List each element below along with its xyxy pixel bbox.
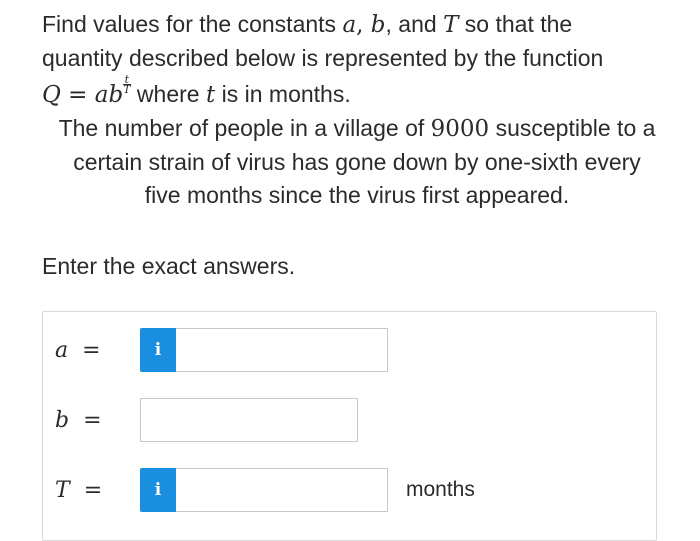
question-line-6: five months since the virus first appear…	[144, 182, 570, 208]
question-line-2: quantity described below is represented …	[42, 45, 604, 71]
var-b: b	[370, 12, 386, 38]
question-line-5: certain strain of virus has gone down by…	[73, 149, 641, 175]
answer-row-T: T = i months	[43, 468, 656, 512]
var-T: T	[443, 12, 459, 38]
equals-sign: =	[83, 408, 102, 433]
question-text-span: where	[130, 81, 206, 107]
label-a: a =	[55, 338, 101, 363]
instruction-text: Enter the exact answers.	[42, 253, 296, 279]
var-a: a	[342, 12, 357, 38]
func-ab: ab	[94, 82, 124, 108]
question-text-span: is in months.	[215, 81, 351, 107]
func-q: Q	[42, 82, 61, 108]
answer-box: a = i b = T = i months	[42, 311, 657, 541]
question-line-1: Find values for the constants a, b, and …	[42, 8, 672, 42]
label-b-var: b	[55, 408, 70, 433]
question-text-span: The number of people in a village of	[58, 115, 431, 141]
question-text-span: Find values for the constants	[42, 11, 343, 37]
exponent-fraction: tT	[123, 74, 131, 96]
label-T-var: T	[55, 478, 70, 503]
label-T: T =	[55, 478, 102, 503]
question-line-4: The number of people in a village of 900…	[42, 112, 672, 146]
question-text: Find values for the constants a, b, and …	[42, 8, 672, 212]
village-count: 9000	[430, 116, 490, 142]
info-icon[interactable]: i	[140, 468, 176, 512]
var-t: t	[205, 82, 216, 108]
answer-row-a: a = i	[43, 328, 656, 372]
a-input[interactable]	[176, 328, 388, 372]
question-text-span: susceptible to a	[489, 115, 656, 141]
question-line-3: Q = ab t T where t is in months.	[42, 74, 672, 112]
label-b: b =	[55, 408, 102, 433]
func-equals: =	[60, 82, 95, 108]
comma: ,	[356, 12, 371, 38]
equals-sign: =	[82, 338, 101, 363]
answer-row-b: b =	[43, 398, 656, 442]
T-input[interactable]	[176, 468, 388, 512]
exponent-denominator: T	[123, 83, 131, 96]
label-a-var: a	[55, 338, 69, 363]
T-unit-label: months	[406, 478, 475, 501]
question-text-span: so that the	[458, 11, 573, 37]
question-text-span: , and	[385, 11, 444, 37]
info-icon[interactable]: i	[140, 328, 176, 372]
equals-sign: =	[83, 478, 103, 503]
b-input[interactable]	[140, 398, 358, 442]
